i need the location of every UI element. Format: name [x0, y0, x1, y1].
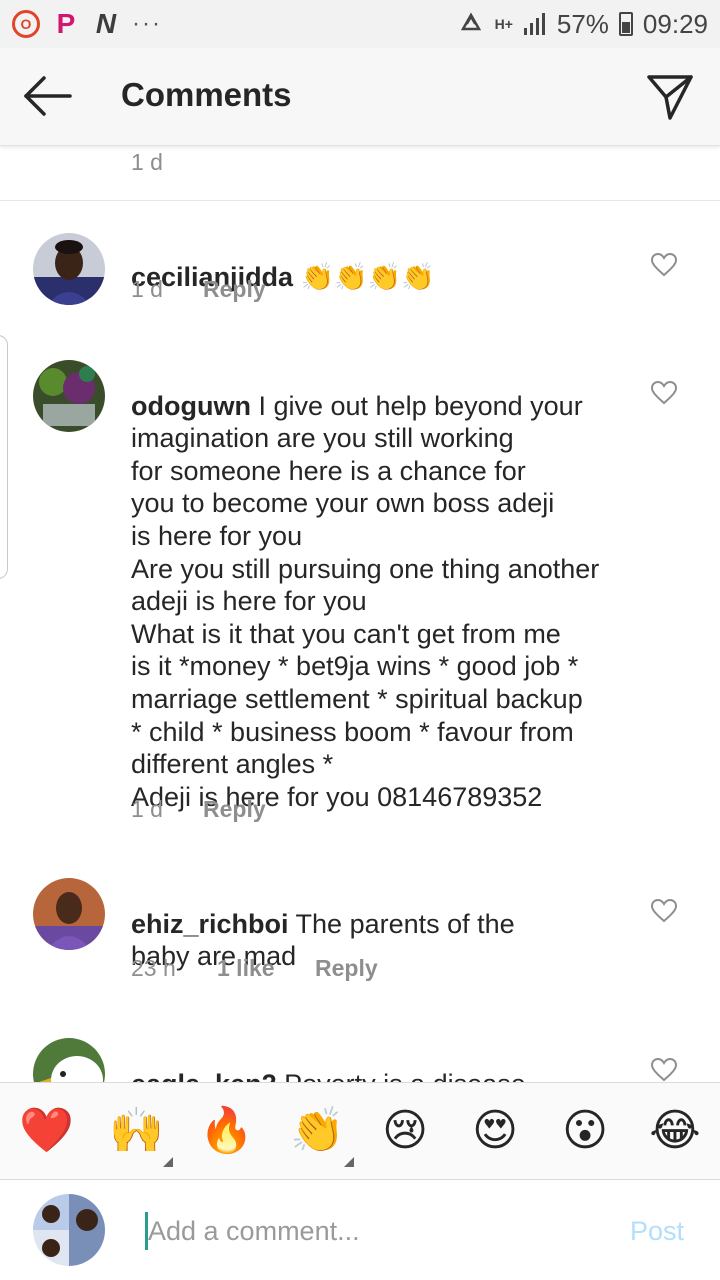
battery-icon — [618, 12, 633, 36]
comment-time: 23 h — [131, 955, 176, 981]
current-user-avatar — [33, 1194, 105, 1266]
comment-body: Poverty is a disease — [277, 1069, 526, 1082]
avatar[interactable] — [33, 878, 105, 950]
recycle-icon — [460, 12, 481, 31]
status-notifications: O P N ··· — [12, 8, 162, 39]
comment-time: 1 d — [131, 796, 163, 822]
reply-button[interactable]: Reply — [203, 796, 266, 823]
crying-emoji-button[interactable]: 😢 — [379, 1105, 431, 1157]
comment-username[interactable]: eagle_ken2 — [131, 1069, 277, 1082]
comment-meta: 23 h 1 like Reply — [131, 955, 378, 982]
network-type: H+ — [494, 16, 513, 32]
more-dots-icon: ··· — [132, 10, 162, 37]
signal-icon — [523, 13, 545, 35]
like-heart-icon[interactable] — [651, 899, 677, 923]
scroll-handle[interactable] — [0, 335, 8, 579]
comment-username[interactable]: ehiz_richboi — [131, 909, 289, 939]
comment-input[interactable] — [148, 1210, 588, 1252]
status-bar: O P N ··· H+ 57% 09:29 — [0, 0, 720, 48]
back-arrow-icon[interactable] — [22, 72, 74, 120]
divider — [0, 200, 720, 201]
post-button[interactable]: Post — [630, 1216, 684, 1247]
previous-comment-time: 1 d — [131, 149, 163, 175]
direct-send-icon[interactable] — [644, 72, 696, 122]
like-heart-icon[interactable] — [651, 381, 677, 405]
clock: 09:29 — [642, 8, 708, 39]
fire-emoji-button[interactable]: 🔥 — [199, 1105, 254, 1157]
heart-emoji-button[interactable]: ❤️ — [19, 1105, 74, 1157]
heart-eyes-emoji-button[interactable]: 😍 — [469, 1105, 521, 1157]
avatar[interactable] — [33, 1038, 105, 1082]
clapping-emoji: 👏 — [290, 1106, 345, 1155]
avatar[interactable] — [33, 360, 105, 432]
like-heart-icon[interactable] — [651, 253, 677, 277]
app-bar: Comments — [0, 48, 720, 146]
opera-icon: O — [12, 10, 40, 38]
reply-button[interactable]: Reply — [315, 955, 378, 982]
like-heart-icon[interactable] — [651, 1058, 677, 1082]
raising-hands-emoji-button[interactable]: 🙌 — [109, 1105, 173, 1167]
laughing-emoji-button[interactable]: 😂 — [649, 1105, 701, 1157]
p-app-icon: P — [56, 8, 76, 39]
comment-meta: 1 d Reply — [131, 796, 266, 823]
page-title: Comments — [121, 76, 292, 113]
quick-reactions-bar: ❤️ 🙌 🔥 👏 😢 😍 😮 😂 — [0, 1082, 720, 1180]
variant-indicator-icon — [344, 1157, 354, 1167]
comment-time: 1 d — [131, 276, 163, 302]
reply-button[interactable]: Reply — [203, 276, 266, 303]
clapping-emoji-button[interactable]: 👏 — [290, 1105, 354, 1167]
comment-composer: Post — [0, 1180, 720, 1280]
likes-count[interactable]: 1 like — [217, 955, 315, 982]
n-app-icon: N — [95, 8, 117, 39]
comment-body: 👏👏👏👏 — [293, 261, 436, 292]
variant-indicator-icon — [163, 1157, 173, 1167]
battery-percent: 57% — [556, 8, 609, 39]
comment-username[interactable]: odoguwn — [131, 391, 251, 421]
comment-text: odoguwn I give out help beyond your imag… — [131, 357, 631, 813]
comments-feed[interactable]: 1 d cecilianjidda 👏👏👏👏 1 d Reply odoguwn… — [0, 147, 720, 1082]
status-system: H+ 57% 09:29 — [457, 9, 708, 40]
comment-text: eagle_ken2 Poverty is a disease — [131, 1035, 631, 1082]
surprised-emoji-button[interactable]: 😮 — [559, 1105, 611, 1157]
raising-hands-emoji: 🙌 — [109, 1106, 164, 1155]
avatar[interactable] — [33, 233, 105, 305]
comment-body: I give out help beyond your imagination … — [131, 390, 600, 812]
comment-meta: 1 d Reply — [131, 276, 266, 303]
